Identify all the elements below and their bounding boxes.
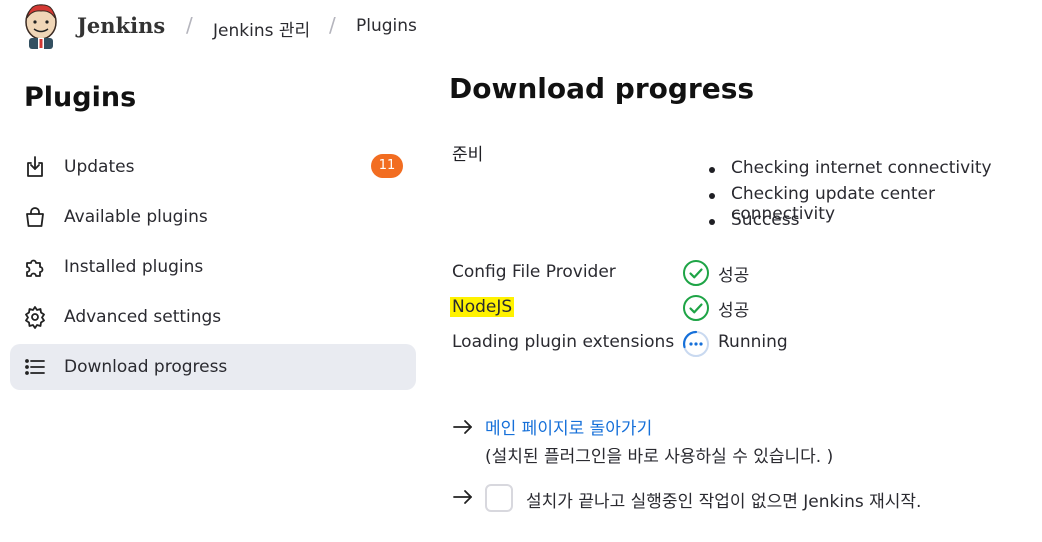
sidebar-item-advanced-settings[interactable]: Advanced settings xyxy=(10,294,416,340)
shopping-bag-icon xyxy=(26,207,44,227)
back-link-note: (설치된 플러그인을 바로 사용하실 수 있습니다. ) xyxy=(485,447,834,467)
back-to-main-link[interactable]: 메인 페이지로 돌아가기 xyxy=(485,414,652,439)
breadcrumb-plugins[interactable]: Plugins xyxy=(356,16,417,36)
sidebar-item-label: Download progress xyxy=(64,357,228,377)
sidebar-item-available-plugins[interactable]: Available plugins xyxy=(10,194,416,240)
breadcrumb-manage-jenkins[interactable]: Jenkins 관리 xyxy=(213,16,310,41)
restart-checkbox-label[interactable]: 설치가 끝나고 실행중인 작업이 없으면 Jenkins 재시작. xyxy=(526,487,921,512)
plugin-name-loading-extensions: Loading plugin extensions xyxy=(452,332,675,352)
sidebar-title: Plugins xyxy=(24,82,137,113)
page-title: Download progress xyxy=(449,72,755,105)
updates-count-badge: 11 xyxy=(371,154,403,178)
list-item: Checking internet connectivity xyxy=(707,158,1042,184)
plugin-name-nodejs: NodeJS xyxy=(450,297,515,317)
sidebar-item-label: Advanced settings xyxy=(64,307,222,327)
arrow-right-icon xyxy=(453,420,472,434)
sidebar-item-label: Available plugins xyxy=(64,207,208,227)
sidebar-item-label: Updates xyxy=(64,157,135,177)
plugin-name-config-file-provider: Config File Provider xyxy=(452,262,616,282)
install-status-text: 성공 xyxy=(718,266,750,286)
puzzle-icon xyxy=(26,259,44,277)
top-bar: Jenkins / Jenkins 관리 / Plugins xyxy=(0,0,1042,52)
list-item: Success xyxy=(707,210,1042,236)
success-check-icon xyxy=(683,295,709,321)
success-check-icon xyxy=(683,260,709,286)
jenkins-logo[interactable] xyxy=(22,2,60,50)
sidebar-item-installed-plugins[interactable]: Installed plugins xyxy=(10,244,416,290)
restart-checkbox[interactable] xyxy=(485,484,513,512)
breadcrumb-separator: / xyxy=(329,13,336,37)
install-status-text: Running xyxy=(718,332,788,352)
list-icon xyxy=(25,359,45,375)
breadcrumb-separator: / xyxy=(186,13,193,37)
running-spinner-icon xyxy=(683,330,709,357)
arrow-right-icon xyxy=(453,490,472,504)
gear-icon xyxy=(25,306,45,329)
list-item: Checking update center connectivity xyxy=(707,184,1042,224)
brand-name[interactable]: Jenkins xyxy=(77,13,165,38)
connectivity-check-list: Checking internet connectivity Checking … xyxy=(707,158,1042,236)
install-status-text: 성공 xyxy=(718,301,750,321)
sidebar-item-updates[interactable]: Updates 11 xyxy=(10,144,416,190)
preparation-label: 준비 xyxy=(452,145,484,165)
sidebar-item-download-progress[interactable]: Download progress xyxy=(10,344,416,390)
sidebar-item-label: Installed plugins xyxy=(64,257,204,277)
download-icon xyxy=(27,156,43,177)
